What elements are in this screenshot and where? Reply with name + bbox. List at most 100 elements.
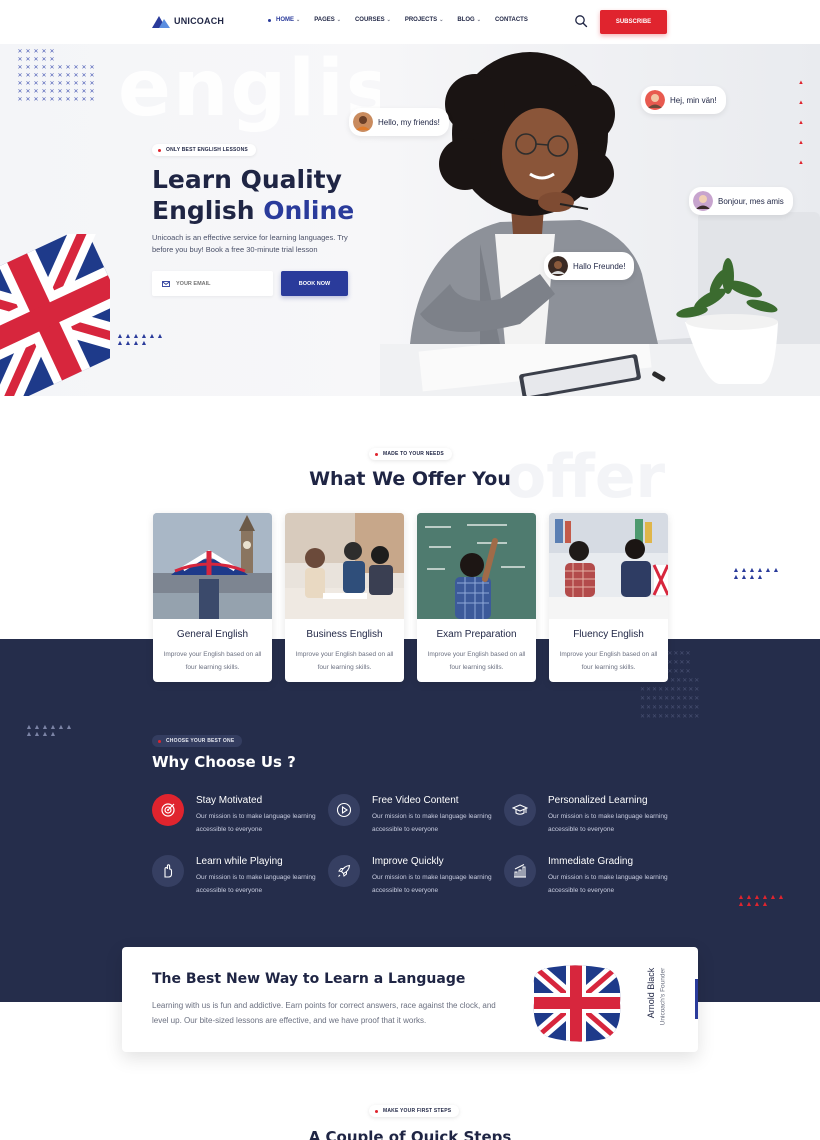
course-card-exam-preparation[interactable]: Exam Preparation Improve your English ba… bbox=[417, 513, 536, 682]
red-dot bbox=[375, 452, 378, 456]
founder-name: Arnold Black bbox=[646, 967, 656, 1019]
book-now-button[interactable]: BOOK NOW bbox=[281, 271, 348, 296]
card-title: Exam Preparation bbox=[436, 629, 517, 640]
card-title: General English bbox=[176, 629, 249, 640]
red-dot bbox=[158, 739, 161, 743]
red-dot bbox=[375, 1109, 378, 1113]
card-title: Business English bbox=[306, 629, 383, 640]
chat-bubble: Hej, min vän! bbox=[641, 86, 726, 114]
why-badge: CHOOSE YOUR BEST ONE bbox=[152, 735, 243, 747]
nav-home-label: HOME bbox=[276, 17, 294, 23]
business-meeting-image bbox=[285, 513, 404, 619]
way-description: Learning with us is fun and addictive. E… bbox=[152, 1001, 496, 1025]
chalkboard-student-image bbox=[417, 513, 536, 619]
chat-bubble: Hallo Freunde! bbox=[544, 252, 635, 280]
chevron-down-icon: ⌄ bbox=[476, 17, 481, 23]
offer-title: What We Offer You bbox=[309, 468, 511, 490]
founder-role: Unicoach's Founder bbox=[659, 967, 667, 1026]
decorative-red-triangles: ▲ ▲ ▲ ▲ ▲ bbox=[798, 80, 804, 166]
chat-text: Hej, min vän! bbox=[670, 95, 717, 105]
active-dot bbox=[268, 18, 271, 22]
feature-description: Our mission is to make language learning… bbox=[548, 813, 668, 833]
rocket-icon bbox=[328, 855, 360, 887]
hero-description: Unicoach is an effective service for lea… bbox=[152, 233, 348, 254]
students-studying-image bbox=[549, 513, 668, 619]
feature-immediate-grading: Immediate Grading Our mission is to make… bbox=[504, 855, 674, 905]
main-nav: HOME ⌄ PAGES ⌄ COURSES ⌄ PROJECTS ⌄ BLOG… bbox=[268, 17, 542, 23]
offer-badge-text: MADE TO YOUR NEEDS bbox=[383, 451, 444, 457]
chat-text: Hallo Freunde! bbox=[573, 261, 626, 271]
feature-learn-while-playing: Learn while Playing Our mission is to ma… bbox=[152, 855, 322, 905]
decorative-triangles: ▲ ▲ ▲ ▲ ▲ ▲ ▲ ▲ ▲ ▲ bbox=[732, 567, 780, 581]
hero-badge: ONLY BEST ENGLISH LESSONS bbox=[152, 144, 256, 156]
subscribe-button[interactable]: SUBSCRIBE bbox=[600, 10, 667, 34]
accent-bar bbox=[695, 979, 698, 1019]
course-card-general-english[interactable]: General English Improve your English bas… bbox=[153, 513, 272, 682]
offer-badge: MADE TO YOUR NEEDS bbox=[369, 448, 452, 460]
avatar bbox=[645, 90, 665, 110]
email-input[interactable] bbox=[176, 280, 266, 287]
feature-description: Our mission is to make language learning… bbox=[548, 874, 668, 894]
nav-home[interactable]: HOME ⌄ bbox=[268, 17, 300, 23]
logo[interactable]: UNICOACH bbox=[152, 14, 224, 28]
decorative-triangles: ▲ ▲ ▲ ▲ ▲ ▲ ▲ ▲ ▲ ▲ bbox=[25, 724, 73, 738]
nav-blog[interactable]: BLOG ⌄ bbox=[457, 17, 481, 23]
way-title: The Best New Way to Learn a Language bbox=[152, 971, 466, 987]
steps-title: A Couple of Quick Steps bbox=[308, 1128, 512, 1140]
why-title: Why Choose Us ? bbox=[152, 753, 296, 771]
chat-text: Bonjour, mes amis bbox=[718, 196, 784, 206]
feature-title: Personalized Learning bbox=[548, 795, 648, 806]
feature-title: Stay Motivated bbox=[196, 795, 263, 806]
steps-badge-text: MAKE YOUR FIRST STEPS bbox=[383, 1108, 452, 1114]
site-header: UNICOACH HOME ⌄ PAGES ⌄ COURSES ⌄ PROJEC… bbox=[0, 0, 820, 44]
course-card-business-english[interactable]: Business English Improve your English ba… bbox=[285, 513, 404, 682]
card-title: Fluency English bbox=[573, 629, 644, 640]
nav-contacts[interactable]: CONTACTS bbox=[495, 17, 528, 23]
email-field[interactable] bbox=[152, 271, 273, 296]
avatar bbox=[353, 112, 373, 132]
nav-pages-label: PAGES bbox=[314, 17, 335, 23]
logo-mark-icon bbox=[152, 16, 170, 28]
feature-description: Our mission is to make language learning… bbox=[372, 874, 492, 894]
feature-description: Our mission is to make language learning… bbox=[196, 874, 316, 894]
chat-bubble: Bonjour, mes amis bbox=[689, 187, 793, 215]
chevron-down-icon: ⌄ bbox=[296, 17, 301, 23]
red-dot bbox=[158, 148, 161, 152]
feature-description: Our mission is to make language learning… bbox=[372, 813, 492, 833]
chevron-down-icon: ⌄ bbox=[386, 17, 391, 23]
feature-title: Learn while Playing bbox=[196, 856, 283, 867]
hero-title: Learn Quality English Online bbox=[152, 164, 354, 226]
nav-pages[interactable]: PAGES ⌄ bbox=[314, 17, 341, 23]
feature-stay-motivated: Stay Motivated Our mission is to make la… bbox=[152, 794, 322, 844]
nav-blog-label: BLOG bbox=[457, 17, 475, 23]
feature-personalized-learning: Personalized Learning Our mission is to … bbox=[504, 794, 674, 844]
uk-flag-image bbox=[0, 234, 110, 396]
feature-title: Improve Quickly bbox=[372, 856, 444, 867]
nav-courses-label: COURSES bbox=[354, 17, 385, 23]
chat-bubble: Hello, my friends! bbox=[349, 108, 449, 136]
course-card-fluency-english[interactable]: Fluency English Improve your English bas… bbox=[549, 513, 668, 682]
nav-contacts-label: CONTACTS bbox=[494, 17, 528, 23]
hand-icon bbox=[152, 855, 184, 887]
uk-flag-image bbox=[533, 965, 621, 1042]
chart-icon bbox=[504, 855, 536, 887]
avatar bbox=[693, 191, 713, 211]
decorative-red-triangles: ▲ ▲ ▲ ▲ ▲ ▲ ▲ ▲ ▲ ▲ bbox=[737, 894, 785, 908]
hero-badge-text: ONLY BEST ENGLISH LESSONS bbox=[166, 147, 248, 153]
chevron-down-icon: ⌄ bbox=[336, 17, 341, 23]
hero-title-line1: Learn Quality bbox=[152, 165, 342, 194]
nav-courses[interactable]: COURSES ⌄ bbox=[355, 17, 391, 23]
target-icon bbox=[152, 794, 184, 826]
decorative-x-pattern: ✕ ✕ ✕ ✕ ✕ ✕ ✕ ✕ ✕ ✕ ✕ ✕ ✕ ✕ ✕ ✕ ✕ ✕ ✕ ✕ ✕ ✕ ✕ ✕ ✕ ✕ ✕ ✕ ✕ ✕ ✕ ✕ ✕ ✕ ✕ ✕… bbox=[17, 49, 95, 103]
card-description: Improve your English based on all four l… bbox=[559, 651, 658, 671]
hero-title-accent: Online bbox=[263, 196, 355, 225]
logo-text: UNICOACH bbox=[174, 16, 225, 26]
card-description: Improve your English based on all four l… bbox=[163, 651, 262, 671]
search-icon[interactable] bbox=[574, 14, 588, 28]
graduation-cap-icon bbox=[504, 794, 536, 826]
nav-projects[interactable]: PROJECTS ⌄ bbox=[405, 17, 444, 23]
founder-quote-card: The Best New Way to Learn a Language Lea… bbox=[122, 947, 698, 1052]
card-description: Improve your English based on all four l… bbox=[427, 651, 526, 671]
feature-improve-quickly: Improve Quickly Our mission is to make l… bbox=[328, 855, 498, 905]
hero-student-photo bbox=[380, 44, 820, 396]
